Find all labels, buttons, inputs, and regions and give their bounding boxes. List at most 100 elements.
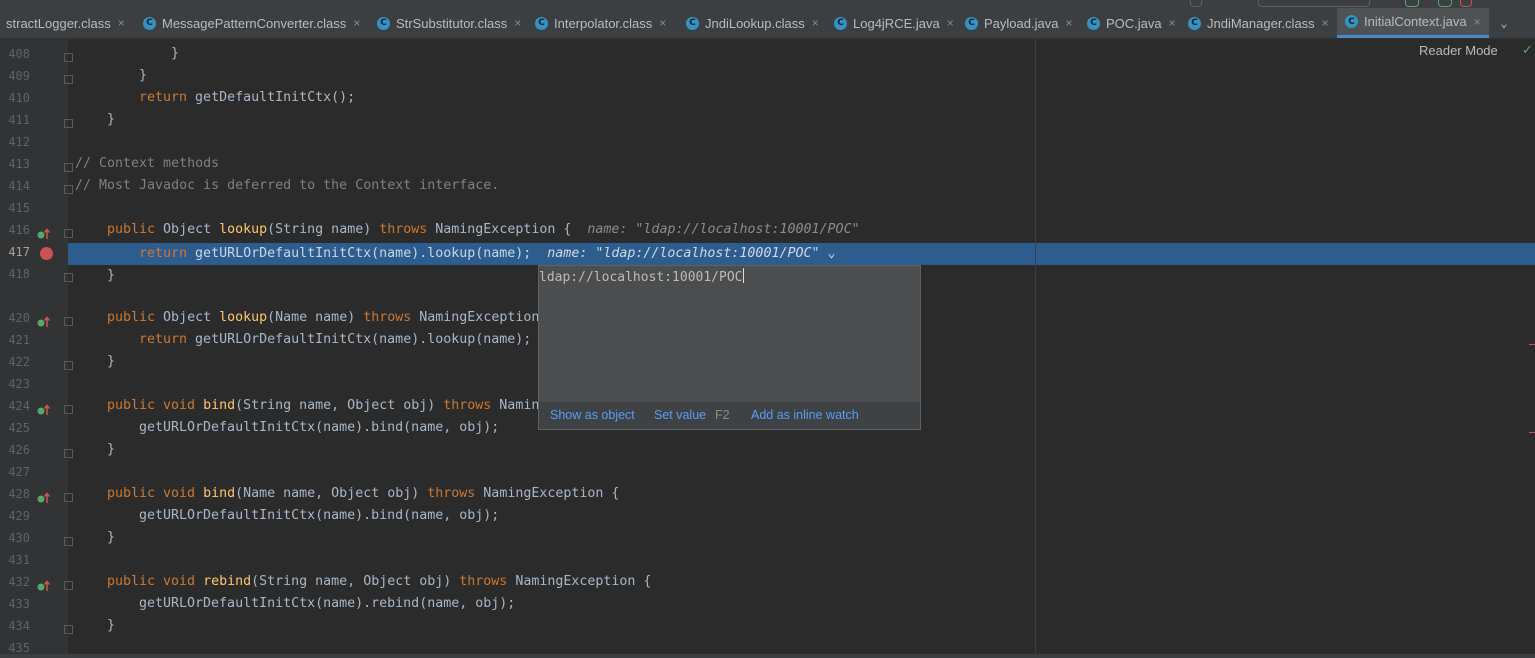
editor-tab-bar: stractLogger.class × C MessagePatternConve… (0, 8, 1535, 39)
code-line: } (107, 354, 116, 369)
status-bar (0, 654, 1535, 658)
right-margin-guide (1035, 39, 1036, 658)
tab-message-pattern-converter[interactable]: C MessagePatternConverter.class × (143, 8, 360, 38)
run-icon[interactable] (1405, 0, 1419, 7)
code-line: getURLOrDefaultInitCtx(name).bind(name, … (139, 508, 500, 523)
tab-label: JndiManager.class (1207, 15, 1315, 31)
line-number: 429 (8, 509, 30, 523)
run-config-selector[interactable] (1258, 0, 1370, 7)
line-number: 418 (8, 267, 30, 281)
scrollbar-error-marker[interactable] (1529, 432, 1535, 433)
code-line: } (139, 68, 148, 83)
code-line: } (107, 618, 116, 633)
close-icon[interactable]: × (947, 16, 954, 30)
close-icon[interactable]: × (1474, 15, 1481, 29)
add-inline-watch-link[interactable]: Add as inline watch (751, 408, 859, 422)
show-as-object-link[interactable]: Show as object (550, 408, 635, 422)
close-icon[interactable]: × (514, 16, 521, 30)
line-number: 417 (8, 245, 30, 259)
line-number: 427 (8, 465, 30, 479)
method-declaration: public void bind(Name name, Object obj) … (107, 486, 620, 501)
close-icon[interactable]: × (659, 16, 666, 30)
scrollbar-error-marker[interactable] (1529, 344, 1535, 345)
line-number: 408 (8, 47, 30, 61)
close-icon[interactable]: × (1322, 16, 1329, 30)
reader-mode-button[interactable]: Reader Mode (1419, 43, 1498, 58)
code-line: return getDefaultInitCtx(); (139, 90, 356, 105)
class-icon: C (535, 16, 548, 30)
breakpoint-icon[interactable] (40, 247, 53, 260)
line-number: 426 (8, 443, 30, 457)
code-line: } (107, 442, 116, 457)
line-number: 411 (8, 113, 30, 127)
set-value-link[interactable]: Set value (654, 408, 706, 422)
title-bar-strip (0, 0, 1535, 8)
value-editor-input[interactable]: ldap://localhost:10001/POC (539, 268, 744, 285)
class-icon: C (377, 16, 390, 30)
tab-label: JndiLookup.class (705, 15, 805, 31)
code-line: getURLOrDefaultInitCtx(name).rebind(name… (139, 596, 516, 611)
class-icon: C (686, 16, 699, 30)
tab-jndi-manager[interactable]: C JndiManager.class × (1188, 8, 1329, 38)
tab-label: Interpolator.class (554, 15, 653, 31)
value-edit-popup: ldap://localhost:10001/POC Show as objec… (538, 265, 921, 430)
close-icon[interactable]: × (1065, 16, 1072, 30)
debug-icon[interactable] (1438, 0, 1452, 7)
line-number: 424 (8, 399, 30, 413)
tab-jndi-lookup[interactable]: C JndiLookup.class × (686, 8, 819, 38)
class-icon: C (1188, 16, 1201, 30)
implements-method-icon[interactable] (37, 404, 51, 416)
code-line: } (107, 268, 116, 283)
line-number: 421 (8, 333, 30, 347)
stop-icon[interactable] (1460, 0, 1472, 7)
tab-label: POC.java (1106, 15, 1162, 31)
method-declaration: public void rebind(String name, Object o… (107, 574, 652, 589)
implements-method-icon[interactable] (37, 228, 51, 240)
inline-debug-hint: name: "ldap://localhost:10001/POC" (587, 222, 860, 237)
implements-method-icon[interactable] (37, 492, 51, 504)
java-class-icon: C (965, 16, 978, 30)
tab-initial-context[interactable]: C InitialContext.java × (1337, 8, 1489, 38)
set-value-shortcut: F2 (715, 408, 730, 422)
method-declaration: public Object lookup(Name name) throws N… (107, 310, 540, 325)
tab-payload[interactable]: C Payload.java × (965, 8, 1072, 38)
line-number: 420 (8, 311, 30, 325)
line-number: 410 (8, 91, 30, 105)
line-number: 423 (8, 377, 30, 391)
close-icon[interactable]: × (1169, 16, 1176, 30)
close-icon[interactable]: × (812, 16, 819, 30)
code-line: } (171, 46, 180, 61)
code-line: } (107, 530, 116, 545)
line-number: 422 (8, 355, 30, 369)
tab-abstract-logger[interactable]: stractLogger.class × (6, 8, 125, 38)
text-caret (742, 268, 744, 283)
tab-log4jrce[interactable]: C Log4jRCE.java × (834, 8, 954, 38)
chevron-down-icon[interactable]: ⌄ (1494, 8, 1514, 38)
current-code-line: return getURLOrDefaultInitCtx(name).look… (139, 246, 836, 261)
close-icon[interactable]: × (353, 16, 360, 30)
line-number: 430 (8, 531, 30, 545)
method-declaration: public Object lookup(String name) throws… (107, 222, 860, 237)
tab-label: Log4jRCE.java (853, 15, 940, 31)
implements-method-icon[interactable] (37, 580, 51, 592)
chevron-down-icon[interactable]: ⌄ (819, 246, 835, 261)
toolbar-icon[interactable] (1190, 0, 1202, 7)
tab-label: MessagePatternConverter.class (162, 15, 347, 31)
line-number: 433 (8, 597, 30, 611)
code-line: getURLOrDefaultInitCtx(name).bind(name, … (139, 420, 500, 435)
tab-label: stractLogger.class (6, 15, 111, 31)
line-number: 412 (8, 135, 30, 149)
code-line: return getURLOrDefaultInitCtx(name).look… (139, 332, 532, 347)
line-number: 414 (8, 179, 30, 193)
tab-interpolator[interactable]: C Interpolator.class × (535, 8, 666, 38)
class-icon: C (143, 16, 156, 30)
close-icon[interactable]: × (118, 16, 125, 30)
tab-str-substitutor[interactable]: C StrSubstitutor.class × (377, 8, 521, 38)
tab-poc[interactable]: C POC.java × (1087, 8, 1176, 38)
implements-method-icon[interactable] (37, 316, 51, 328)
tab-label: StrSubstitutor.class (396, 15, 508, 31)
java-class-icon: C (1087, 16, 1100, 30)
tab-label: InitialContext.java (1364, 14, 1467, 29)
line-number: 415 (8, 201, 30, 215)
line-number: 432 (8, 575, 30, 589)
